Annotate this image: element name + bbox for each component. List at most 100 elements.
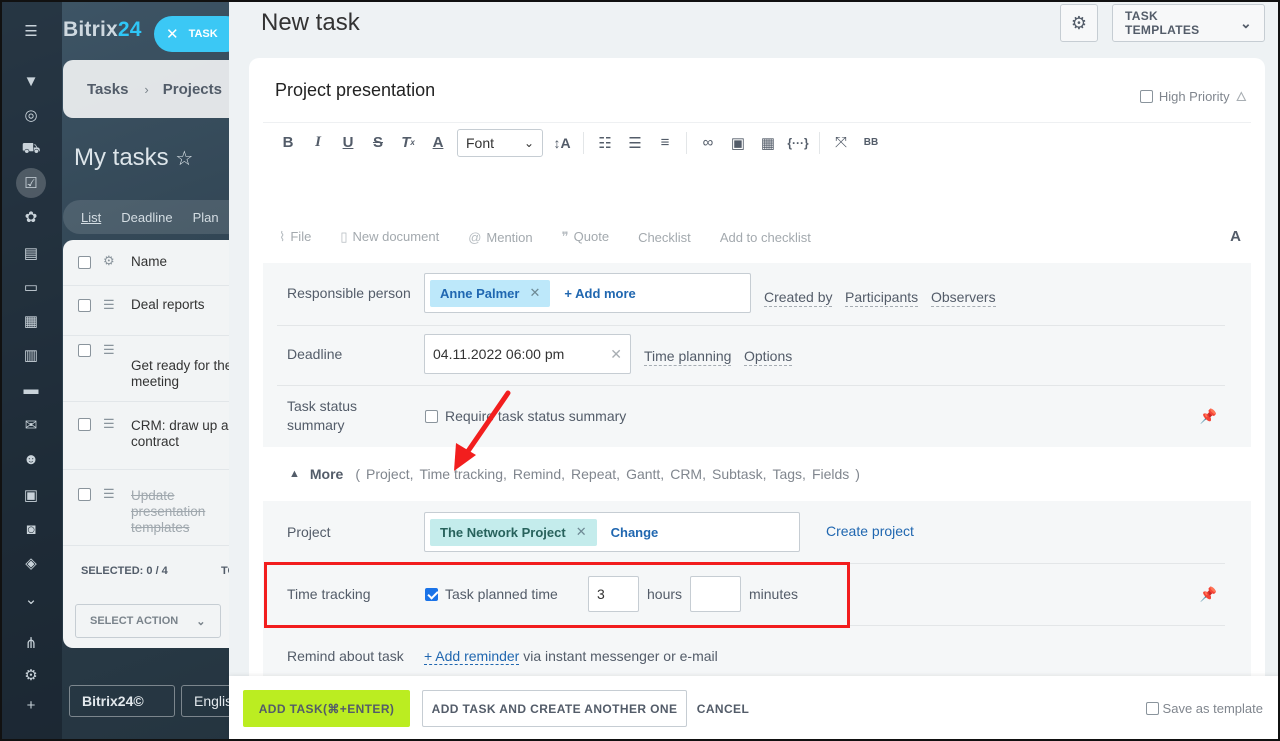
row-checkbox[interactable] <box>78 488 91 501</box>
table-row[interactable]: ☰ Get ready for the meeting <box>63 336 243 402</box>
formatting-toggle-icon[interactable]: A <box>1230 228 1241 245</box>
people-icon[interactable]: ☻ <box>22 450 40 468</box>
pin-icon[interactable]: 📌 <box>1200 408 1217 425</box>
status-summary-checkbox[interactable] <box>425 409 438 423</box>
more-item-fields[interactable]: Fields <box>812 466 849 482</box>
task-templates-button[interactable]: TASK TEMPLATES ⌄ <box>1112 4 1265 42</box>
row-checkbox[interactable] <box>78 344 91 357</box>
underline-icon[interactable]: U <box>333 129 363 157</box>
more-item-remind[interactable]: Remind, <box>513 466 565 482</box>
task-title[interactable]: Deal reports <box>131 297 243 313</box>
add-to-checklist-button[interactable]: Add to checklist <box>720 230 811 245</box>
time-planning-link[interactable]: Time planning <box>644 348 732 366</box>
sitemap-icon[interactable]: ⋔ <box>22 634 40 652</box>
planned-time-checkbox[interactable] <box>425 587 438 601</box>
footer-brand[interactable]: Bitrix24© <box>69 685 175 717</box>
hours-input[interactable]: 3 <box>588 576 639 612</box>
bold-icon[interactable]: B <box>273 129 303 157</box>
remove-icon[interactable]: ✕ <box>576 524 587 540</box>
puzzle-icon[interactable]: ✿ <box>22 208 40 226</box>
row-checkbox[interactable] <box>78 418 91 431</box>
italic-icon[interactable]: I <box>303 129 333 157</box>
file-button[interactable]: ⌇ File <box>279 229 311 245</box>
remove-icon[interactable]: ✕ <box>529 285 540 301</box>
font-select[interactable]: Font ⌄ <box>457 128 543 157</box>
create-project-link[interactable]: Create project <box>826 523 914 539</box>
more-item-tags[interactable]: Tags, <box>772 466 805 482</box>
select-all-checkbox[interactable] <box>78 256 91 269</box>
checklist-button[interactable]: Checklist <box>638 230 691 245</box>
high-priority-toggle[interactable]: High Priority 🜂 <box>1139 83 1247 109</box>
participants-link[interactable]: Participants <box>845 289 919 307</box>
clear-icon[interactable]: ✕ <box>610 346 622 363</box>
calendar-icon[interactable]: ▦ <box>22 312 40 330</box>
quote-button[interactable]: ❞ Quote <box>562 229 609 245</box>
high-priority-checkbox[interactable] <box>1139 89 1153 103</box>
drive-icon[interactable]: ▬ <box>22 380 40 398</box>
table-icon[interactable]: ▦ <box>753 129 783 157</box>
observers-link[interactable]: Observers <box>931 289 996 307</box>
text-color-icon[interactable]: A <box>423 129 453 157</box>
task-title[interactable]: Update presentation templates <box>131 488 243 536</box>
task-name-input[interactable]: Project presentation <box>275 80 435 101</box>
link-icon[interactable]: ∞ <box>693 129 723 157</box>
bulleted-list-icon[interactable]: ☰ <box>620 129 650 157</box>
clear-format-icon[interactable]: Tx <box>393 129 423 157</box>
close-icon[interactable]: ✕ <box>166 25 179 43</box>
settings-button[interactable]: ⚙ <box>1060 4 1098 42</box>
more-item-project[interactable]: Project, <box>366 466 413 482</box>
mention-button[interactable]: @ Mention <box>468 230 532 245</box>
save-as-template-checkbox[interactable] <box>1145 702 1159 715</box>
document-icon[interactable]: ▤ <box>22 244 40 262</box>
more-item-repeat[interactable]: Repeat, <box>571 466 620 482</box>
add-task-button[interactable]: ADD TASK(⌘+ENTER) <box>243 690 410 727</box>
image-icon[interactable]: ▣ <box>723 129 753 157</box>
add-more-link[interactable]: + Add more <box>564 286 635 301</box>
more-expander[interactable]: ▲ More ( Project, Time tracking, Remind,… <box>289 466 860 482</box>
strikethrough-icon[interactable]: S <box>363 129 393 157</box>
task-title[interactable]: CRM: draw up a contract <box>131 418 243 450</box>
new-document-button[interactable]: ▯ New document <box>340 229 439 245</box>
align-icon[interactable]: ≡ <box>650 129 680 157</box>
file-icon[interactable]: ▥ <box>22 346 40 364</box>
cancel-button[interactable]: CANCEL <box>697 690 749 727</box>
options-link[interactable]: Options <box>744 348 793 366</box>
table-row[interactable]: ☰ Deal reports <box>63 286 243 336</box>
save-as-template-option[interactable]: Save as template <box>1145 701 1263 716</box>
drag-handle-icon[interactable]: ☰ <box>103 297 117 313</box>
numbered-list-icon[interactable]: ☷ <box>590 129 620 157</box>
nav-tasks[interactable]: Tasks <box>87 81 128 98</box>
more-item-subtask[interactable]: Subtask, <box>712 466 766 482</box>
fullscreen-icon[interactable]: ⤧ <box>826 129 856 157</box>
project-tag[interactable]: The Network Project ✕ <box>430 518 597 546</box>
box-icon[interactable]: ◈ <box>22 554 40 572</box>
select-action-dropdown[interactable]: SELECT ACTION ⌄ <box>75 604 221 638</box>
filter-deadline[interactable]: Deadline <box>121 210 172 225</box>
gear-icon[interactable]: ⚙ <box>22 666 40 684</box>
responsible-field[interactable]: Anne Palmer ✕ + Add more <box>424 273 751 313</box>
star-icon[interactable]: ☆ <box>175 148 193 170</box>
chat-icon[interactable]: ▭ <box>22 278 40 296</box>
menu-icon[interactable]: ☰ <box>22 22 40 40</box>
filter-list[interactable]: List <box>81 210 101 225</box>
bbcode-icon[interactable]: BB <box>856 129 886 157</box>
change-project-link[interactable]: Change <box>611 525 659 540</box>
responsible-tag[interactable]: Anne Palmer ✕ <box>430 279 551 307</box>
cart-icon[interactable]: ⛟ <box>22 140 41 158</box>
gear-icon[interactable]: ⚙ <box>103 253 117 269</box>
minutes-input[interactable] <box>690 576 741 612</box>
table-row[interactable]: ☰ Update presentation templates <box>63 470 243 546</box>
code-icon[interactable]: {···} <box>783 129 813 157</box>
table-row[interactable]: ☰ CRM: draw up a contract <box>63 402 243 470</box>
created-by-link[interactable]: Created by <box>764 289 833 307</box>
description-editor[interactable] <box>263 162 1251 222</box>
more-item-crm[interactable]: CRM, <box>670 466 706 482</box>
add-and-create-another-button[interactable]: ADD TASK AND CREATE ANOTHER ONE <box>422 690 687 727</box>
drag-handle-icon[interactable]: ☰ <box>103 486 117 502</box>
font-size-icon[interactable]: ↕A <box>547 129 577 157</box>
drag-handle-icon[interactable]: ☰ <box>103 342 117 358</box>
pin-icon[interactable]: 📌 <box>1200 586 1217 603</box>
nav-projects[interactable]: Projects <box>163 81 222 98</box>
filter-plan[interactable]: Plan <box>193 210 219 225</box>
add-reminder-link[interactable]: + Add reminder <box>424 648 520 665</box>
